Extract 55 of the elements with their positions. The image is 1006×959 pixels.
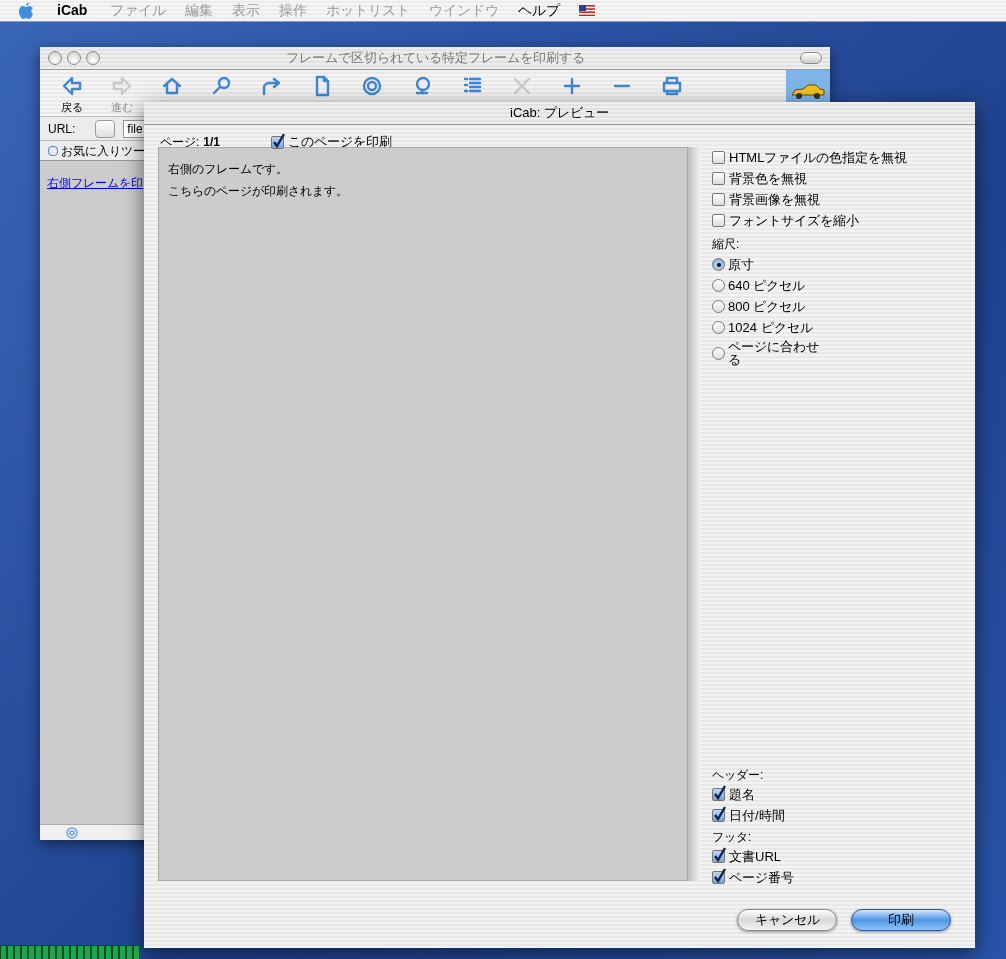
- checkbox[interactable]: [712, 809, 725, 822]
- target-icon[interactable]: [360, 74, 384, 98]
- checkbox-label: 背景色を無視: [729, 169, 807, 188]
- section-label: ヘッダー:: [712, 767, 765, 784]
- window-button[interactable]: [48, 51, 62, 65]
- checkbox-label: ページ番号: [729, 868, 794, 887]
- checkbox[interactable]: [712, 214, 725, 227]
- checkbox-label: 背景画像を無視: [729, 190, 820, 209]
- url-history-stepper[interactable]: [95, 119, 116, 138]
- target-icon: [66, 826, 78, 839]
- checkbox-label: 文書URL: [729, 847, 781, 866]
- checkbox-label: 題名: [729, 785, 755, 804]
- preview-text: こちらのページが印刷されます。: [168, 183, 349, 200]
- preview-text: 右側のフレームです。: [168, 161, 289, 178]
- window-title: フレームで区切られている特定フレームを印刷する: [285, 49, 585, 68]
- checkbox[interactable]: [712, 871, 725, 884]
- radio-button[interactable]: [712, 321, 725, 334]
- flag-icon: [579, 5, 596, 16]
- section-label: 縮尺:: [712, 236, 741, 253]
- bookmarks-bar-label[interactable]: お気に入りツー: [61, 141, 145, 160]
- checkbox[interactable]: [712, 193, 725, 206]
- radio-button[interactable]: [712, 279, 725, 292]
- link[interactable]: 右側フレームを印: [47, 176, 143, 190]
- toolbar-label: 進む: [111, 100, 133, 115]
- checkbox[interactable]: [712, 788, 725, 801]
- printer-icon[interactable]: [660, 74, 684, 98]
- radio-label: 640 ピクセル: [728, 279, 807, 292]
- window-title: iCab: プレビュー: [510, 104, 609, 123]
- page-number: 1/1: [203, 134, 222, 151]
- checkbox[interactable]: [712, 172, 725, 185]
- menu-item[interactable]: ヘルプ: [518, 0, 561, 21]
- section-label: フッタ:: [712, 829, 753, 846]
- checkbox-label: 日付/時間: [729, 806, 785, 825]
- checkbox-label: HTMLファイルの色指定を無視: [729, 148, 908, 167]
- apple-menu-icon[interactable]: [18, 1, 34, 20]
- radio-label: 800 ピクセル: [728, 300, 807, 313]
- checkbox[interactable]: [712, 151, 725, 164]
- radio-button[interactable]: [712, 300, 725, 313]
- toolbar-label: 戻る: [61, 100, 83, 115]
- app-menu[interactable]: iCab: [57, 0, 88, 21]
- radio-button[interactable]: [712, 346, 725, 360]
- toolbar-toggle-button[interactable]: [800, 52, 822, 64]
- radio-label: 1024 ピクセル: [728, 321, 814, 334]
- checkbox[interactable]: [271, 135, 285, 149]
- window-button[interactable]: [86, 51, 100, 65]
- radio-label: 原寸: [728, 258, 755, 271]
- cancel-button[interactable]: キャンセル: [737, 909, 837, 931]
- url-label: URL:: [48, 120, 76, 138]
- radio-label: ページに合わせる: [728, 340, 820, 366]
- checkbox-label: フォントサイズを縮小: [729, 211, 859, 230]
- window-button[interactable]: [67, 51, 81, 65]
- print-button[interactable]: 印刷: [851, 909, 951, 931]
- back-arrow-icon[interactable]: [60, 74, 84, 98]
- radio-button[interactable]: [712, 258, 725, 271]
- checkbox[interactable]: [712, 850, 725, 863]
